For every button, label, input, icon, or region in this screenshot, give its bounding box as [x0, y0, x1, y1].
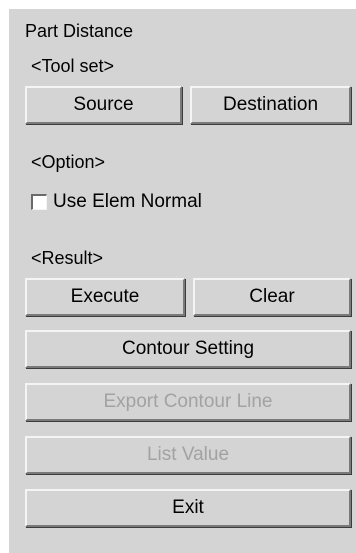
- use-elem-normal-option[interactable]: Use Elem Normal: [31, 192, 202, 212]
- panel-title: Part Distance: [25, 21, 134, 41]
- use-elem-normal-checkbox[interactable]: [31, 194, 47, 210]
- option-section-label: <Option>: [31, 152, 106, 172]
- list-value-button[interactable]: List Value: [25, 436, 351, 474]
- execute-button[interactable]: Execute: [25, 278, 185, 316]
- source-button[interactable]: Source: [25, 86, 182, 124]
- part-distance-panel: Part Distance <Tool set> Source Destinat…: [8, 8, 356, 553]
- export-contour-line-button[interactable]: Export Contour Line: [25, 383, 351, 421]
- exit-button[interactable]: Exit: [25, 489, 351, 527]
- use-elem-normal-label: Use Elem Normal: [53, 191, 202, 212]
- tool-set-section-label: <Tool set>: [31, 56, 115, 76]
- clear-button[interactable]: Clear: [193, 278, 351, 316]
- result-section-label: <Result>: [31, 248, 104, 268]
- contour-setting-button[interactable]: Contour Setting: [25, 330, 351, 368]
- destination-button[interactable]: Destination: [190, 86, 351, 124]
